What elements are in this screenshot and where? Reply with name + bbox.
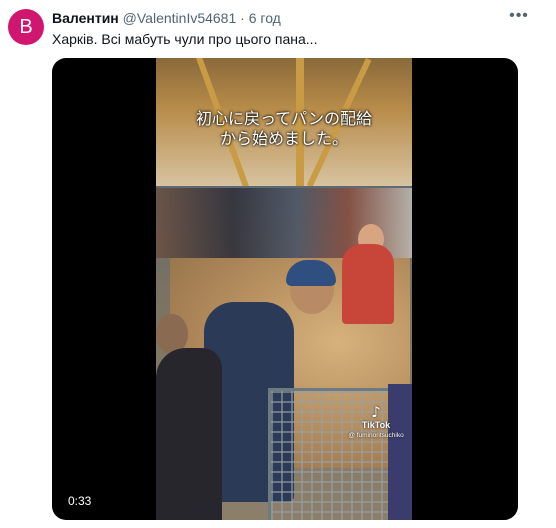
caption-line: から始めました。 [219,131,348,148]
avatar[interactable]: B [8,9,44,45]
display-name[interactable]: Валентин [52,10,119,26]
bandana [286,260,336,286]
tiktok-username: @ fuminoritsuchiko [348,432,404,439]
tweet[interactable]: B Валентин @ValentinIv54681 · 6 год ••• … [0,0,556,528]
caption-line: 初心に戻ってパンの配給 [195,111,372,128]
video-frame[interactable]: 初心に戻ってパンの配給 から始めました。 ♪ TikTok @ fuminori… [156,58,412,520]
person-foreground [156,348,222,520]
timestamp[interactable]: 6 год [249,10,281,26]
video-duration: 0:33 [64,492,96,510]
person-red-shirt [342,244,394,324]
tiktok-icon: ♪ [371,403,381,421]
user-handle[interactable]: @ValentinIv54681 [123,10,237,26]
more-horizontal-icon[interactable]: ••• [506,7,532,27]
tweet-header: Валентин @ValentinIv54681 · 6 год [52,10,281,26]
tiktok-label: TikTok [361,420,391,430]
tiktok-watermark: ♪ TikTok @ fuminoritsuchiko [342,404,410,440]
separator-dot: · [240,10,245,26]
video-caption: 初心に戻ってパンの配給 から始めました。 [156,110,412,150]
tweet-text: Харків. Всі мабуть чули про цього пана..… [52,31,318,47]
video-player[interactable]: 初心に戻ってパンの配給 から始めました。 ♪ TikTok @ fuminori… [52,58,518,520]
